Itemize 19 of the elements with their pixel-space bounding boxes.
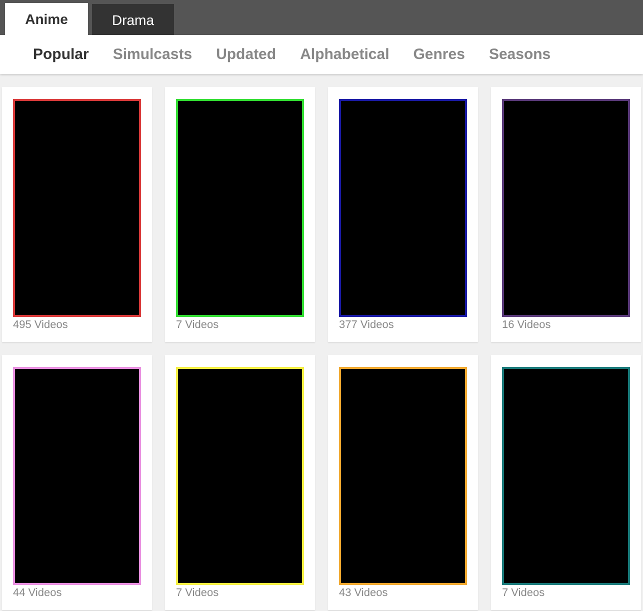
sort-link[interactable]: Alphabetical — [300, 46, 390, 63]
video-count: 43 Videos — [339, 587, 389, 599]
sort-link[interactable]: Popular — [33, 46, 89, 63]
series-cover[interactable] — [339, 367, 467, 585]
video-count: 495 Videos — [13, 319, 69, 331]
video-count: 7 Videos — [176, 587, 220, 599]
video-count: 377 Videos — [339, 319, 395, 331]
video-count: 7 Videos — [176, 319, 220, 331]
video-count: 44 Videos — [13, 587, 63, 599]
sort-link[interactable]: Updated — [216, 46, 276, 63]
video-count: 16 Videos — [502, 319, 552, 331]
sort-link[interactable]: Seasons — [488, 46, 551, 63]
sort-link[interactable]: Genres — [413, 46, 465, 63]
category-tab[interactable]: Anime — [5, 3, 88, 35]
sort-link[interactable]: Simulcasts — [112, 46, 192, 63]
category-tab[interactable]: Drama — [92, 4, 174, 35]
series-cover[interactable] — [176, 99, 304, 317]
video-count: 7 Videos — [502, 587, 546, 599]
series-cover[interactable] — [13, 367, 141, 585]
